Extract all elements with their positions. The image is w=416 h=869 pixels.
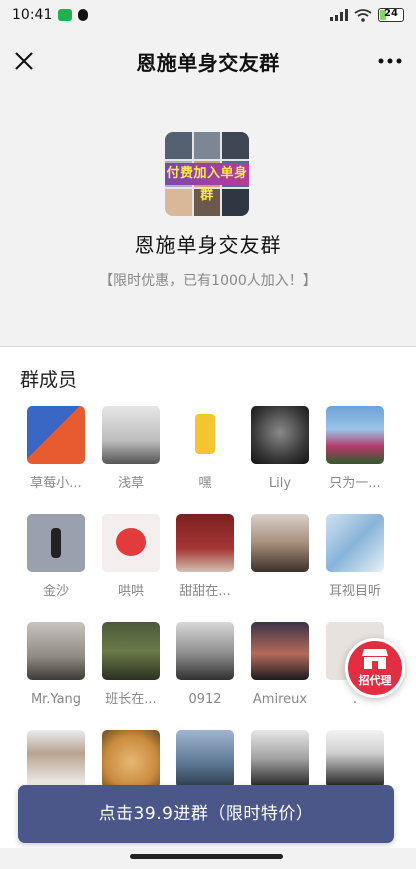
member-avatar — [102, 406, 160, 464]
member-avatar — [176, 514, 234, 572]
member-item[interactable]: 嘿 — [167, 406, 243, 492]
signal-icon — [330, 9, 348, 21]
avatar-figure — [51, 528, 61, 558]
member-name: 班长在... — [105, 692, 157, 707]
bottom-bar — [0, 848, 416, 869]
member-name: 浅草 — [117, 476, 144, 491]
member-avatar — [27, 730, 85, 788]
qq-icon — [78, 9, 89, 21]
member-avatar — [27, 406, 85, 464]
member-item[interactable]: 草莓小... — [18, 406, 94, 492]
agent-label: 招代理 — [358, 674, 392, 687]
member-name: 只为一... — [329, 476, 381, 491]
member-name: 哄哄 — [117, 584, 144, 599]
members-title: 群成员 — [20, 369, 78, 391]
member-avatar — [326, 514, 384, 572]
member-name: Mr.Yang — [30, 692, 82, 707]
member-avatar — [102, 730, 160, 788]
member-name: 甜甜在... — [179, 584, 231, 599]
member-avatar — [176, 406, 234, 464]
status-time: 10:41 — [12, 7, 53, 23]
status-bar: 10:41 24 — [0, 0, 416, 30]
group-avatar-tile — [165, 132, 192, 159]
member-item[interactable] — [242, 514, 318, 600]
join-group-button[interactable]: 点击39.9进群（限时特价） — [18, 785, 394, 843]
member-item[interactable]: Amireux — [242, 622, 318, 708]
member-item[interactable]: Lily — [242, 406, 318, 492]
group-avatar-tile — [222, 132, 249, 159]
close-icon[interactable] — [14, 51, 34, 71]
member-avatar — [251, 730, 309, 788]
group-avatar-tile — [165, 189, 192, 216]
battery-level: 24 — [384, 8, 398, 19]
promo-text: 【限时优惠，已有1000人加入！】 — [99, 273, 317, 289]
member-avatar — [176, 730, 234, 788]
member-avatar — [251, 622, 309, 680]
nav-bar: 恩施单身交友群 — [0, 30, 416, 92]
status-right: 24 — [330, 8, 404, 22]
member-name: 嘿 — [198, 476, 212, 491]
home-indicator[interactable] — [130, 854, 283, 859]
group-avatar-tile — [193, 132, 221, 159]
member-item[interactable]: 班长在... — [93, 622, 169, 708]
member-name: 草莓小... — [30, 476, 82, 491]
members-section: 群成员 草莓小... 浅草 嘿 Lily 只为一... 金沙 哄哄 甜甜在...… — [0, 348, 416, 848]
member-avatar — [326, 406, 384, 464]
member-item[interactable]: 浅草 — [93, 406, 169, 492]
battery-icon: 24 — [378, 8, 404, 22]
member-item[interactable]: 哄哄 — [93, 514, 169, 600]
member-item[interactable]: 只为一... — [317, 406, 393, 492]
member-name: 0912 — [188, 692, 222, 707]
status-left: 10:41 — [12, 7, 89, 23]
member-item[interactable]: 金沙 — [18, 514, 94, 600]
member-item[interactable]: Mr.Yang — [18, 622, 94, 708]
group-name: 恩施单身交友群 — [134, 233, 282, 257]
member-item[interactable]: 0912 — [167, 622, 243, 708]
more-icon[interactable] — [378, 58, 402, 64]
member-name: 耳视目听 — [328, 584, 381, 599]
member-name: 金沙 — [42, 584, 69, 599]
member-avatar — [326, 730, 384, 788]
nav-title: 恩施单身交友群 — [136, 50, 280, 75]
group-avatar-banner: 付费加入单身群 — [165, 163, 249, 203]
agent-badge[interactable]: 招代理 — [345, 638, 405, 698]
wifi-icon — [354, 8, 372, 22]
group-avatar-tile — [222, 189, 249, 216]
wechat-icon — [58, 9, 73, 21]
member-avatar — [102, 514, 160, 572]
group-avatar: 付费加入单身群 — [165, 132, 249, 216]
member-name: Amireux — [252, 692, 308, 707]
member-avatar — [27, 622, 85, 680]
group-header: 付费加入单身群 恩施单身交友群 【限时优惠，已有1000人加入！】 — [0, 92, 416, 347]
member-item[interactable]: 甜甜在... — [167, 514, 243, 600]
member-name — [242, 584, 318, 600]
member-avatar — [176, 622, 234, 680]
member-avatar — [102, 622, 160, 680]
avatar-pig — [116, 528, 146, 556]
member-name: Lily — [268, 476, 292, 491]
member-avatar — [27, 514, 85, 572]
member-avatar — [251, 514, 309, 572]
member-item[interactable]: 耳视目听 — [317, 514, 393, 600]
member-avatar — [251, 406, 309, 464]
store-icon — [362, 649, 388, 669]
jersey-shape — [195, 414, 215, 454]
